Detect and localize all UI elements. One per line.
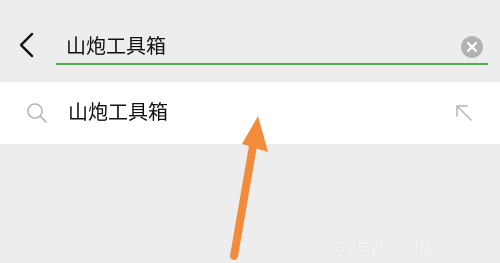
back-button[interactable] xyxy=(12,30,40,60)
watermark: iseeyu.com xyxy=(330,236,438,257)
arrow-up-left-icon xyxy=(456,105,472,121)
search-screen: 山炮工具箱 iseeyu.com xyxy=(0,0,500,263)
search-bar xyxy=(0,0,500,82)
search-input[interactable] xyxy=(66,26,450,62)
search-input-underline xyxy=(56,63,488,65)
fill-query-button[interactable] xyxy=(454,103,474,123)
search-icon xyxy=(27,103,47,123)
annotation-arrow xyxy=(230,116,268,260)
suggestion-text: 山炮工具箱 xyxy=(68,100,168,124)
clear-circle-x-icon xyxy=(461,36,483,58)
chevron-left-icon xyxy=(19,32,34,58)
clear-button[interactable] xyxy=(460,35,484,59)
